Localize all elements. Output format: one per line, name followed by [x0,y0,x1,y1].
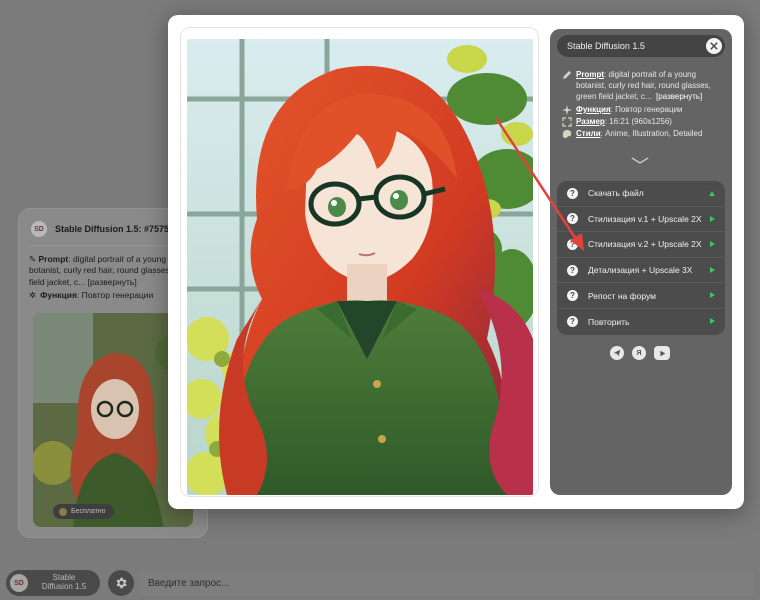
action-stylize-v1[interactable]: ? Стилизация v.1 + Upscale 2X [557,207,725,233]
action-label: Скачать файл [588,188,644,199]
image-details-panel: Stable Diffusion 1.5 Prompt: digital por… [550,29,732,495]
close-button[interactable] [706,38,722,54]
function-icon [562,104,572,115]
help-icon[interactable]: ? [567,290,578,302]
play-icon [710,215,715,222]
size-value: : 16:21 (960x1256) [604,116,672,126]
help-icon[interactable]: ? [567,316,578,328]
play-icon [710,241,715,248]
action-repeat[interactable]: ? Повторить [557,309,725,335]
generated-illustration [187,39,533,495]
prompt-input[interactable] [140,570,754,596]
history-card-title: Stable Diffusion 1.5: #7575 [55,224,170,234]
actions-list: ? Скачать файл ? Стилизация v.1 + Upscal… [557,181,725,335]
bottom-bar: SD Stable Diffusion 1.5 [0,566,760,600]
play-icon [710,292,715,299]
info-function: Функция: Повтор генерации [562,104,722,115]
social-links: Я [610,346,670,360]
play-icon [710,266,715,273]
action-label: Повторить [588,316,630,327]
expand-link[interactable]: [развернуть] [88,277,137,287]
panel-header: Stable Diffusion 1.5 [557,35,725,57]
info-prompt: Prompt: digital portrait of a young bota… [562,69,722,103]
expand-link[interactable]: [развернуть] [656,92,702,101]
gear-icon [116,577,127,589]
help-icon[interactable]: ? [567,264,578,276]
panel-title: Stable Diffusion 1.5 [567,41,645,51]
free-badge: Бесплатно [53,504,114,519]
yandex-icon[interactable]: Я [632,346,646,360]
styles-value: : Anime, Illustration, Detailed [600,128,703,138]
function-key: Функция [40,290,77,301]
play-icon [710,317,715,324]
action-label: Детализация + Upscale 3X [588,265,693,276]
model-logo-icon: SD [10,574,28,592]
function-icon: ✲ [29,290,37,301]
action-stylize-v2[interactable]: ? Стилизация v.2 + Upscale 2X [557,232,725,258]
image-frame [180,27,539,497]
model-logo-icon: SD [31,221,47,237]
close-icon [710,42,718,50]
model-selector-label: Stable Diffusion 1.5 [41,573,87,591]
info-styles: Стили: Anime, Illustration, Detailed [562,128,722,139]
help-icon[interactable]: ? [567,213,578,225]
youtube-icon[interactable] [654,346,670,360]
prompt-key: Prompt [38,254,69,264]
info-size: Размер: 16:21 (960x1256) [562,116,722,127]
styles-key: Стили [576,128,601,138]
resize-icon [562,117,572,127]
chevron-down-icon[interactable] [630,157,650,165]
size-key: Размер [576,116,605,126]
action-label: Стилизация v.2 + Upscale 2X [588,239,702,250]
pencil-icon: ✎ [29,254,37,264]
download-arrow-icon [709,191,715,196]
pencil-icon [563,71,571,79]
action-detailing[interactable]: ? Детализация + Upscale 3X [557,258,725,284]
image-info: Prompt: digital portrait of a young bota… [562,69,722,140]
function-value: : Повтор генерации [76,290,154,301]
palette-icon [562,129,572,138]
prompt-key: Prompt [576,70,604,79]
function-key: Функция [576,104,611,114]
image-viewer-modal: Stable Diffusion 1.5 Prompt: digital por… [168,15,744,509]
help-icon[interactable]: ? [567,187,578,199]
help-icon[interactable]: ? [567,238,578,250]
function-value: : Повтор генерации [610,104,683,114]
action-repost[interactable]: ? Репост на форум [557,283,725,309]
action-label: Стилизация v.1 + Upscale 2X [588,213,702,224]
telegram-icon[interactable] [610,346,624,360]
settings-button[interactable] [108,570,134,596]
action-label: Репост на форум [588,290,656,301]
action-download[interactable]: ? Скачать файл [557,181,725,207]
generated-image[interactable] [187,39,533,495]
model-selector-button[interactable]: SD Stable Diffusion 1.5 [6,570,100,596]
